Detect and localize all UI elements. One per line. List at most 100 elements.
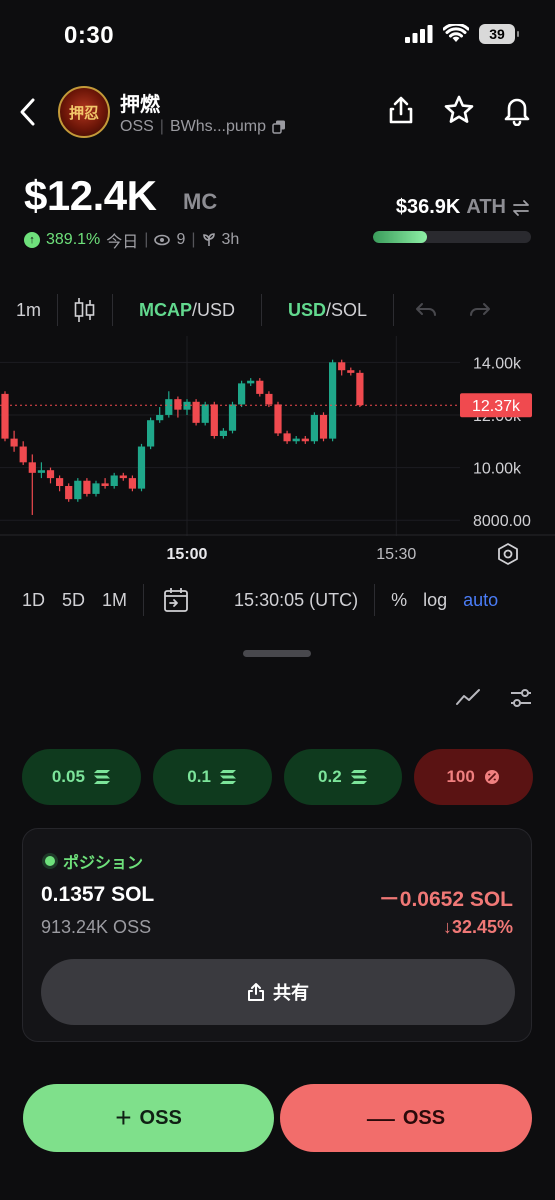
quick-amount-button[interactable]: 0.2 <box>283 749 403 805</box>
range-5d[interactable]: 5D <box>62 590 85 611</box>
percent-toggle[interactable]: % <box>391 590 407 611</box>
copy-icon[interactable] <box>272 120 286 134</box>
candle-body[interactable] <box>83 480 91 494</box>
quick-amount-label: 0.05 <box>51 767 85 786</box>
token-avatar[interactable]: 押忍 <box>58 86 110 138</box>
solana-icon <box>93 770 110 784</box>
quick-amount-button[interactable]: 0.1 <box>152 749 272 805</box>
interval-selector[interactable]: 1m <box>0 300 57 321</box>
chart-toolbar: 1m MCAP/USD USD/SOL <box>0 286 555 334</box>
market-cap-label: MC <box>183 189 218 214</box>
candle-body[interactable] <box>356 372 364 406</box>
status-icons: 39 <box>405 24 519 44</box>
candle-body[interactable] <box>283 433 291 442</box>
candle-body[interactable] <box>10 438 18 447</box>
candle-body[interactable] <box>174 399 182 410</box>
redo-icon[interactable] <box>468 300 492 320</box>
candle-body[interactable] <box>183 401 191 410</box>
battery-icon: 39 <box>479 24 519 44</box>
candle-body[interactable] <box>165 399 173 415</box>
candle-body[interactable] <box>19 446 27 463</box>
market-cap-value: $12.4K <box>24 172 157 219</box>
calendar-goto-icon[interactable] <box>162 586 190 614</box>
swap-icon[interactable] <box>512 199 530 217</box>
ath-value: $36.9K <box>395 196 461 218</box>
candle-body[interactable] <box>92 483 100 494</box>
candle-body[interactable] <box>319 414 328 439</box>
candle-body[interactable] <box>338 362 346 371</box>
candle-body[interactable] <box>210 404 218 436</box>
token-name: 押燃 <box>120 94 160 116</box>
quick-amount-button[interactable]: 100 <box>414 749 533 805</box>
candle-body[interactable] <box>228 404 237 431</box>
candle-body[interactable] <box>137 446 146 489</box>
candle-body[interactable] <box>265 393 273 405</box>
log-toggle[interactable]: log <box>423 590 447 611</box>
undo-icon[interactable] <box>414 300 438 320</box>
ath-display[interactable]: $36.9K ATH <box>396 196 530 219</box>
bell-icon[interactable] <box>501 94 533 126</box>
buy-button[interactable]: + OSS <box>23 1084 274 1152</box>
candle-body[interactable] <box>347 370 355 373</box>
chart-type-button[interactable] <box>58 296 112 324</box>
back-arrow-icon[interactable] <box>16 96 40 128</box>
candle-body[interactable] <box>238 383 246 405</box>
ath-label: ATH <box>466 196 506 218</box>
utc-clock[interactable]: 15:30:05 (UTC) <box>234 590 358 611</box>
candle-body[interactable] <box>301 438 309 442</box>
sheet-drag-handle[interactable] <box>243 650 311 657</box>
x-tick-label: 15:00 <box>167 546 208 563</box>
candle-body[interactable] <box>329 362 337 439</box>
avatar-text: 押忍 <box>68 103 99 122</box>
sliders-icon[interactable] <box>509 686 533 710</box>
arrow-up-icon: ↑ <box>24 232 40 248</box>
solana-icon <box>219 770 236 784</box>
usd-sol-toggle[interactable]: USD/SOL <box>262 300 393 321</box>
candle-body[interactable] <box>74 480 82 500</box>
candle-body[interactable] <box>256 380 264 394</box>
candle-body[interactable] <box>56 478 64 486</box>
token-symbol: OSS <box>120 118 154 135</box>
candle-body[interactable] <box>110 475 118 486</box>
candle-body[interactable] <box>292 438 300 442</box>
share-position-button[interactable]: 共有 <box>41 959 515 1025</box>
candle-body[interactable] <box>65 486 73 500</box>
candle-body[interactable] <box>37 470 45 473</box>
candle-body[interactable] <box>119 475 127 479</box>
candle-body[interactable] <box>1 393 9 439</box>
candle-body[interactable] <box>274 404 282 434</box>
candle-body[interactable] <box>156 414 164 421</box>
trend-line-icon[interactable] <box>455 686 481 708</box>
position-pnl: －0.0652 SOL <box>378 888 513 911</box>
sell-button[interactable]: — OSS <box>280 1084 532 1152</box>
separator: | <box>191 231 196 248</box>
x-tick-label: 15:30 <box>376 546 416 563</box>
range-1d[interactable]: 1D <box>22 590 45 611</box>
auto-toggle[interactable]: auto <box>463 590 498 611</box>
candle-body[interactable] <box>201 404 209 423</box>
candle-body[interactable] <box>101 483 109 486</box>
star-icon[interactable] <box>443 94 475 126</box>
candle-body[interactable] <box>310 414 318 442</box>
candle-body[interactable] <box>219 430 227 436</box>
candle-body[interactable] <box>247 380 255 384</box>
candle-body[interactable] <box>28 462 36 473</box>
candle-body[interactable] <box>147 420 155 447</box>
candle-body[interactable] <box>46 470 55 479</box>
candle-body[interactable] <box>128 478 136 489</box>
live-dot-icon <box>45 856 55 866</box>
signal-icon <box>405 25 433 43</box>
token-address[interactable]: BWhs...pump <box>170 118 266 136</box>
solana-icon <box>350 770 367 784</box>
range-1m[interactable]: 1M <box>102 590 127 611</box>
quick-amount-button[interactable]: 0.05 <box>22 749 141 805</box>
divider <box>143 584 145 616</box>
mcap-usd-toggle[interactable]: MCAP/USD <box>113 300 261 321</box>
settings-hex-icon[interactable] <box>496 542 520 566</box>
quick-amount-label: 100 <box>446 767 475 786</box>
position-token-amount: 913.24K OSS <box>41 917 152 937</box>
position-title: ポジション <box>63 855 144 872</box>
price-chart[interactable]: 14.00k12.00k10.00k8000.0012.37k <box>0 336 555 536</box>
holder-count: 9 <box>176 231 186 248</box>
share-icon[interactable] <box>385 94 417 126</box>
